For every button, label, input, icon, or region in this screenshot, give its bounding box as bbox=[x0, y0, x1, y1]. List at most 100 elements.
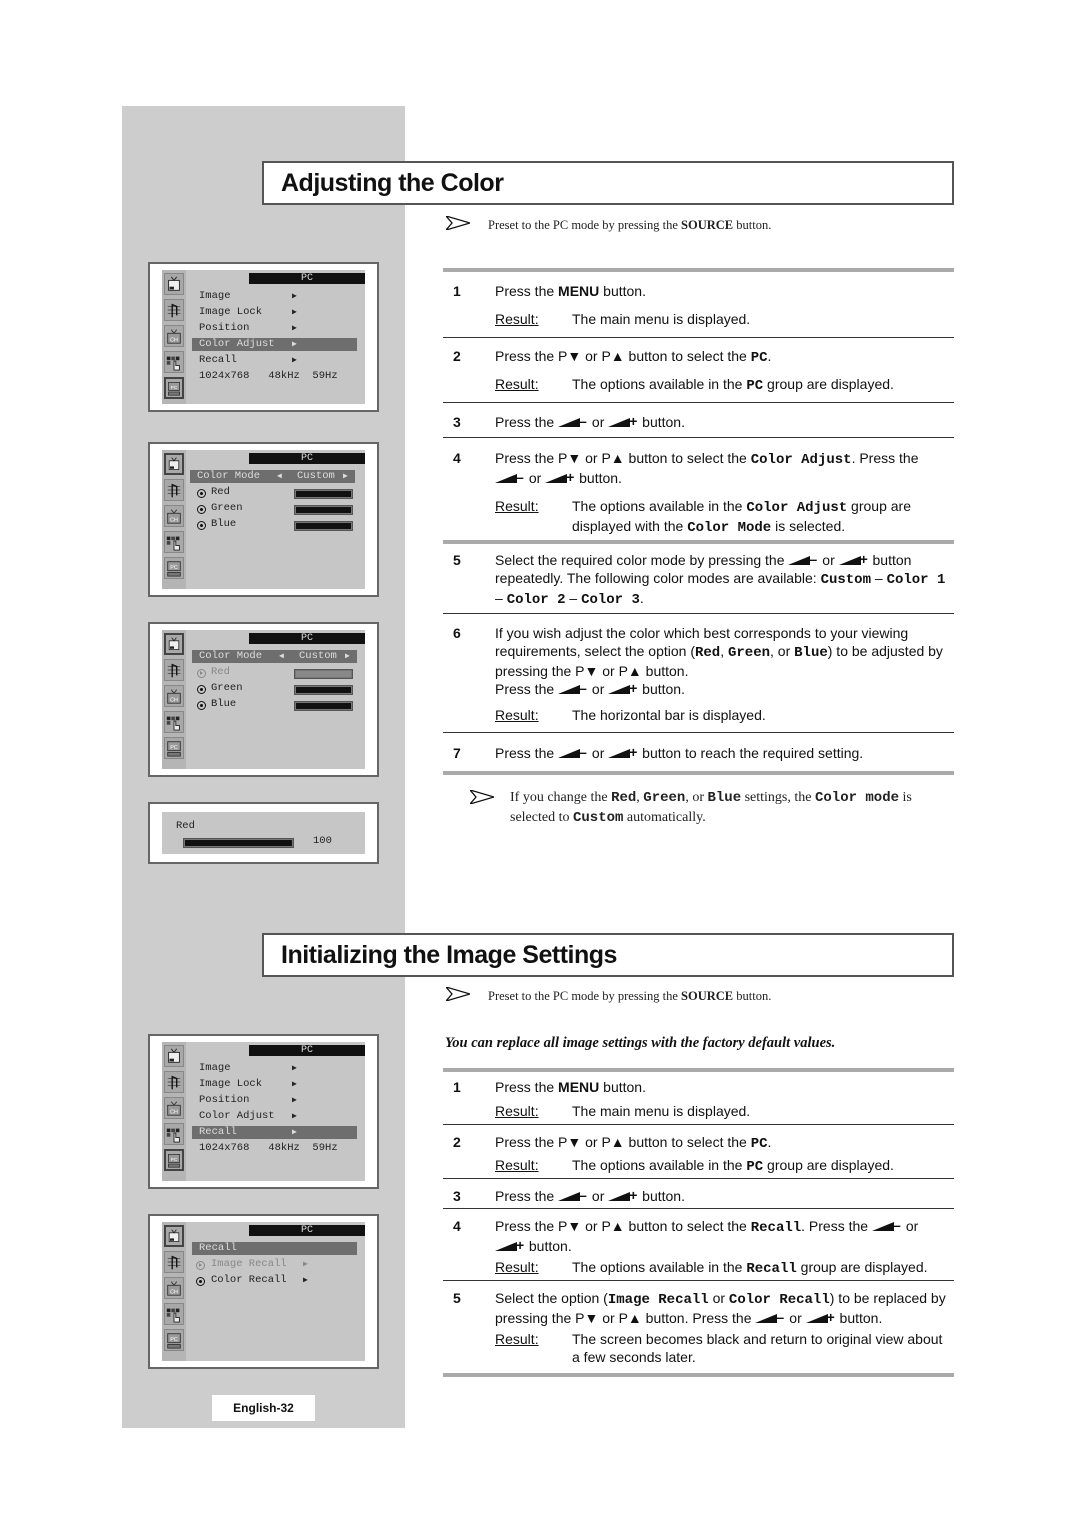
step-number: 2 bbox=[453, 1134, 461, 1150]
pc-icon[interactable]: PC bbox=[164, 737, 184, 759]
color-level-bar[interactable] bbox=[295, 686, 352, 694]
color-level-bar[interactable] bbox=[295, 506, 352, 514]
pc-icon[interactable]: PC bbox=[164, 557, 184, 579]
svg-text:PC: PC bbox=[171, 1157, 178, 1163]
color-level-bar[interactable] bbox=[295, 522, 352, 530]
osd-screen: CH PC PC Image ▶ Image Lock ▶ Position ▶ Color Ad… bbox=[162, 270, 365, 404]
sound-icon[interactable] bbox=[164, 659, 184, 681]
sound-icon[interactable] bbox=[164, 479, 184, 501]
page-number: English-32 bbox=[212, 1395, 315, 1421]
section-title-adjusting-color: Adjusting the Color bbox=[262, 161, 954, 205]
setup-icon[interactable] bbox=[164, 711, 184, 733]
channel-icon[interactable]: CH bbox=[164, 685, 184, 707]
step-text: Press the P▼ or P▲ button to select the … bbox=[495, 1134, 772, 1152]
picture-icon[interactable] bbox=[164, 1225, 184, 1247]
osd-signal-info: 1024x768 48kHz 59Hz bbox=[199, 1142, 338, 1154]
step-text: Select the required color mode by pressi… bbox=[495, 551, 946, 608]
separator-line bbox=[443, 732, 954, 733]
picture-icon[interactable] bbox=[164, 1045, 184, 1067]
color-channel-blue[interactable]: Blue bbox=[211, 698, 236, 711]
picture-icon[interactable] bbox=[164, 453, 184, 475]
color-channel-blue[interactable]: Blue bbox=[211, 518, 236, 531]
channel-icon[interactable]: CH bbox=[164, 1097, 184, 1119]
svg-text:PC: PC bbox=[171, 385, 178, 391]
step-number: 5 bbox=[453, 552, 461, 568]
color-channel-red[interactable]: Red bbox=[211, 486, 230, 499]
osd-menu-item[interactable]: Recall ▶ bbox=[192, 1126, 357, 1139]
sound-icon[interactable] bbox=[164, 299, 184, 321]
color-mode-row[interactable]: Color Mode ◀ Custom ▶ bbox=[190, 470, 355, 483]
step-text: Press the – or + button to reach the req… bbox=[495, 744, 864, 761]
arrow-left-icon: ◀ bbox=[279, 652, 284, 661]
volume-down-icon: – bbox=[558, 413, 588, 429]
step-text: Press the P▼ or P▲ button to select the … bbox=[495, 1217, 919, 1254]
channel-icon[interactable]: CH bbox=[164, 325, 184, 347]
setup-icon[interactable] bbox=[164, 1123, 184, 1145]
arrow-right-icon: ▶ bbox=[343, 472, 348, 481]
recall-option[interactable]: Color Recall ▶ bbox=[211, 1274, 308, 1287]
separator-line bbox=[443, 402, 954, 403]
osd-menu-item[interactable]: Image ▶ bbox=[199, 1062, 297, 1075]
color-channel-green[interactable]: Green bbox=[211, 682, 243, 695]
osd-menu-item[interactable]: Color Adjust ▶ bbox=[199, 1110, 297, 1123]
osd-menu-item[interactable]: Color Adjust ▶ bbox=[192, 338, 357, 351]
channel-icon[interactable]: CH bbox=[164, 1277, 184, 1299]
osd-menu-item[interactable]: Image Lock ▶ bbox=[199, 306, 297, 319]
osd-menu-item[interactable]: Image ▶ bbox=[199, 290, 297, 303]
svg-text:CH: CH bbox=[170, 697, 178, 703]
color-channel-green[interactable]: Green bbox=[211, 502, 243, 515]
separator-line bbox=[443, 1373, 954, 1377]
step-text: If you wish adjust the color which best … bbox=[495, 625, 943, 697]
osd-menu-item[interactable]: Image Lock ▶ bbox=[199, 1078, 297, 1091]
channel-icon[interactable]: CH bbox=[164, 505, 184, 527]
volume-up-icon: + bbox=[805, 1309, 836, 1325]
separator-line bbox=[443, 268, 954, 272]
pc-icon[interactable]: PC bbox=[164, 1149, 184, 1171]
color-mode-value: Custom bbox=[297, 470, 335, 482]
picture-icon[interactable] bbox=[164, 633, 184, 655]
setup-icon[interactable] bbox=[164, 351, 184, 373]
separator-line bbox=[443, 1280, 954, 1281]
svg-text:CH: CH bbox=[170, 517, 178, 523]
red-level-bar[interactable] bbox=[184, 839, 293, 847]
color-channel-red[interactable]: Red bbox=[211, 666, 230, 679]
setup-icon[interactable] bbox=[164, 531, 184, 553]
volume-down-icon: – bbox=[788, 551, 818, 567]
arrow-right-icon: ▶ bbox=[292, 292, 297, 301]
setup-icon[interactable] bbox=[164, 1303, 184, 1325]
result-label: Result bbox=[495, 375, 539, 393]
color-mode-row[interactable]: Color Mode ◀ Custom ▶ bbox=[192, 650, 357, 663]
osd-screen: CH PC PC Color Mode ◀ Custom ▶ Red Green Blue bbox=[162, 630, 365, 769]
svg-text:CH: CH bbox=[170, 1289, 178, 1295]
separator-line bbox=[443, 613, 954, 614]
note-arrow-icon bbox=[446, 987, 470, 1001]
osd-header: PC bbox=[249, 273, 365, 284]
volume-down-icon: – bbox=[558, 680, 588, 696]
pc-icon[interactable]: PC bbox=[164, 377, 184, 399]
volume-down-icon: – bbox=[495, 469, 525, 485]
volume-down-icon: – bbox=[871, 1217, 902, 1233]
result-label: Result bbox=[495, 1258, 539, 1276]
step-text: Press the P▼ or P▲ button to select the … bbox=[495, 348, 772, 366]
color-level-bar[interactable] bbox=[295, 670, 352, 678]
result-label: Result bbox=[495, 1330, 539, 1348]
pc-icon[interactable]: PC bbox=[164, 1329, 184, 1351]
result-text: The main menu is displayed. bbox=[572, 1103, 751, 1119]
color-level-bar[interactable] bbox=[295, 702, 352, 710]
sound-icon[interactable] bbox=[164, 1071, 184, 1093]
result-text: The horizontal bar is displayed. bbox=[572, 707, 766, 723]
volume-up-icon: + bbox=[608, 1187, 638, 1203]
radio-icon bbox=[196, 1277, 205, 1286]
color-level-bar[interactable] bbox=[295, 490, 352, 498]
osd-screen: Red 100 bbox=[162, 812, 365, 854]
radio-icon bbox=[197, 521, 206, 530]
sound-icon[interactable] bbox=[164, 1251, 184, 1273]
osd-menu-item[interactable]: Recall ▶ bbox=[199, 354, 297, 367]
osd-menu-item[interactable]: Position ▶ bbox=[199, 1094, 297, 1107]
picture-icon[interactable] bbox=[164, 273, 184, 295]
step-number: 3 bbox=[453, 1188, 461, 1204]
note-arrow-icon bbox=[446, 216, 470, 230]
separator-line bbox=[443, 437, 954, 438]
osd-menu-item[interactable]: Position ▶ bbox=[199, 322, 297, 335]
recall-option[interactable]: Image Recall ▶ bbox=[211, 1258, 308, 1271]
